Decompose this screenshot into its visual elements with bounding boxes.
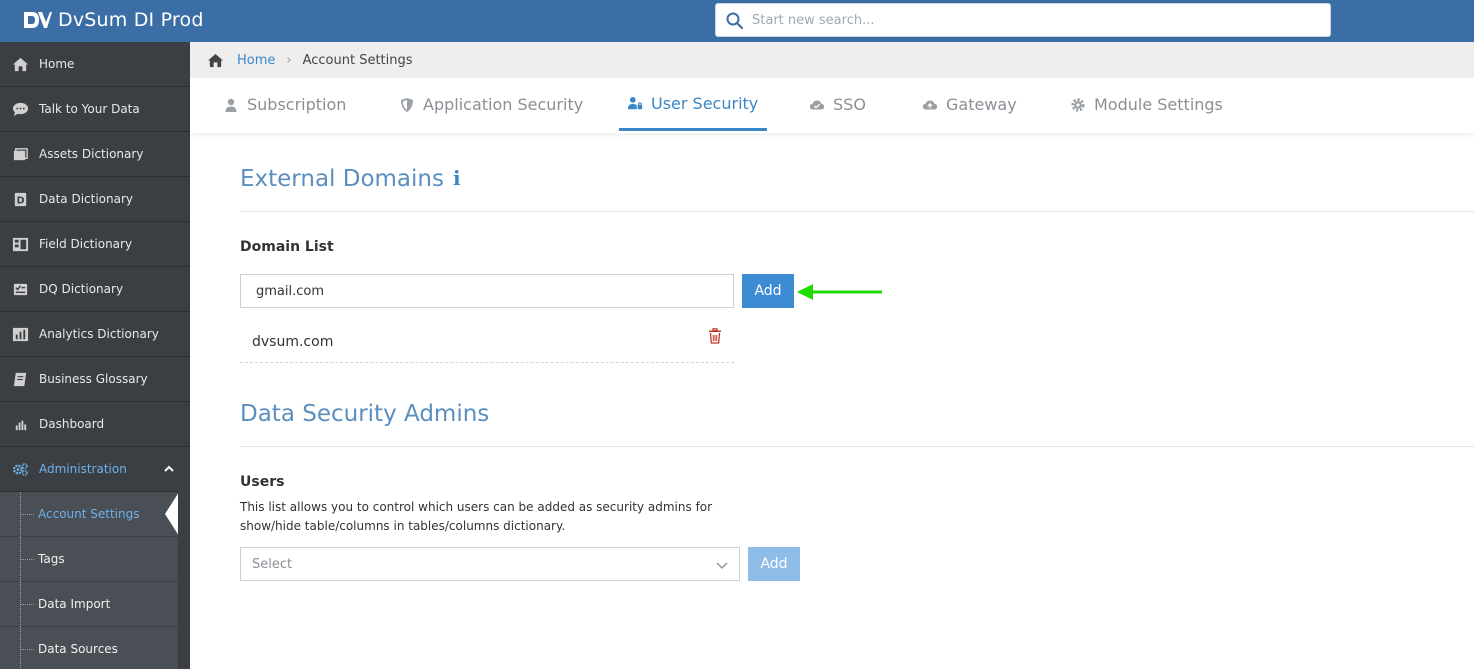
sidebar-item-administration[interactable]: Administration <box>0 447 190 492</box>
dq-icon <box>10 280 30 298</box>
shield-icon <box>401 97 413 112</box>
trash-icon[interactable] <box>708 328 722 344</box>
sidebar-item-label: Analytics Dictionary <box>39 327 159 341</box>
analytics-icon <box>10 325 30 343</box>
chevron-down-icon <box>716 562 728 569</box>
breadcrumb: Home › Account Settings <box>190 42 1474 78</box>
sidebar-item-label: Field Dictionary <box>39 237 133 251</box>
tab-label: Gateway <box>946 95 1017 114</box>
tab-user-security[interactable]: User Security <box>619 78 768 131</box>
tab-label: User Security <box>651 93 759 113</box>
add-user-button[interactable]: Add <box>748 547 800 581</box>
sidebar-subitem-label: Tags <box>38 552 65 566</box>
breadcrumb-current: Account Settings <box>302 52 413 68</box>
info-icon[interactable]: i <box>453 166 461 190</box>
sidebar-item-field-dictionary[interactable]: Field Dictionary <box>0 222 190 267</box>
sidebar-item-analytics-dictionary[interactable]: Analytics Dictionary <box>0 312 190 357</box>
external-domains-title: External Domains i <box>240 166 461 192</box>
sidebar-item-label: Dashboard <box>39 417 105 431</box>
tab-module-settings[interactable]: Module Settings <box>1070 78 1223 131</box>
bar-chart-icon <box>10 415 30 433</box>
sidebar-item-data-dictionary[interactable]: D Data Dictionary <box>0 177 190 222</box>
divider <box>240 446 1474 447</box>
brand[interactable]: DvSum DI Prod <box>22 6 204 34</box>
settings-tabs: Subscription Application Security User S… <box>190 78 1474 133</box>
top-header: DvSum DI Prod <box>0 0 1474 42</box>
sidebar: Home Talk to Your Data Assets Dictionary… <box>0 42 190 669</box>
breadcrumb-home-link[interactable]: Home <box>237 53 275 68</box>
search-icon <box>726 12 743 29</box>
tab-subscription[interactable]: Subscription <box>223 78 346 131</box>
sidebar-item-label: Home <box>39 57 75 71</box>
sidebar-item-assets-dictionary[interactable]: Assets Dictionary <box>0 132 190 177</box>
dvsum-logo-icon <box>24 12 52 28</box>
domain-list-label: Domain List <box>240 239 334 255</box>
tab-label: Module Settings <box>1094 95 1223 114</box>
field-dictionary-icon <box>10 235 30 253</box>
cloud-upload-icon <box>922 100 938 109</box>
sidebar-subitem-tags[interactable]: Tags <box>0 537 178 582</box>
user-icon <box>225 98 237 112</box>
sidebar-item-talk-to-your-data[interactable]: Talk to Your Data <box>0 87 190 132</box>
active-indicator <box>165 492 179 536</box>
sidebar-item-dashboard[interactable]: Dashboard <box>0 402 190 447</box>
sidebar-item-label: Administration <box>39 462 127 476</box>
user-lock-icon <box>627 97 643 110</box>
sidebar-item-business-glossary[interactable]: Business Glossary <box>0 357 190 402</box>
users-label: Users <box>240 474 285 490</box>
book-icon <box>10 370 30 388</box>
sidebar-item-label: Business Glossary <box>39 372 148 386</box>
app-title: DvSum DI Prod <box>58 9 204 31</box>
sidebar-item-dq-dictionary[interactable]: DQ Dictionary <box>0 267 190 312</box>
add-domain-button[interactable]: Add <box>742 274 794 308</box>
domain-name: dvsum.com <box>252 334 334 350</box>
gear-icon <box>1071 97 1085 112</box>
select-placeholder: Select <box>252 556 293 572</box>
chevron-up-icon[interactable] <box>164 464 174 474</box>
sidebar-subitem-data-sources[interactable]: Data Sources <box>0 627 178 669</box>
breadcrumb-separator-icon: › <box>286 52 292 68</box>
sidebar-subitem-account-settings[interactable]: Account Settings <box>0 492 179 537</box>
tab-label: Application Security <box>423 95 584 114</box>
tab-gateway[interactable]: Gateway <box>922 78 1017 131</box>
home-icon <box>10 55 30 73</box>
sidebar-scroll-strip <box>178 491 190 669</box>
data-security-admins-title: Data Security Admins <box>240 401 490 427</box>
sidebar-item-label: DQ Dictionary <box>39 282 124 296</box>
tab-application-security[interactable]: Application Security <box>399 78 583 131</box>
search-input[interactable] <box>752 12 1312 28</box>
annotation-arrow-icon <box>797 284 882 300</box>
tab-label: Subscription <box>247 95 347 114</box>
sidebar-subitem-label: Account Settings <box>38 507 140 521</box>
sidebar-item-home[interactable]: Home <box>0 42 190 87</box>
users-description: This list allows you to control which us… <box>240 500 713 533</box>
sidebar-subitem-label: Data Sources <box>38 642 118 656</box>
data-dictionary-icon: D <box>10 190 30 208</box>
sidebar-item-label: Data Dictionary <box>39 192 134 206</box>
cloud-icon <box>809 100 825 109</box>
sidebar-item-label: Talk to Your Data <box>39 102 140 116</box>
chat-icon <box>10 100 30 118</box>
svg-text:D: D <box>16 195 24 206</box>
home-icon[interactable] <box>207 53 224 68</box>
global-search[interactable] <box>715 3 1331 37</box>
domain-input[interactable] <box>240 274 734 308</box>
sidebar-item-label: Assets Dictionary <box>39 147 144 161</box>
users-select[interactable]: Select <box>240 547 740 581</box>
tab-sso[interactable]: SSO <box>809 78 866 131</box>
divider <box>240 211 1474 212</box>
sidebar-subitem-data-import[interactable]: Data Import <box>0 582 178 627</box>
assets-icon <box>10 145 30 163</box>
sidebar-subitem-label: Data Import <box>38 597 111 611</box>
gears-icon <box>10 460 30 478</box>
administration-submenu: Account Settings Tags Data Import Data S… <box>0 492 179 669</box>
domain-list-item: dvsum.com <box>240 322 734 363</box>
tab-label: SSO <box>833 95 866 114</box>
